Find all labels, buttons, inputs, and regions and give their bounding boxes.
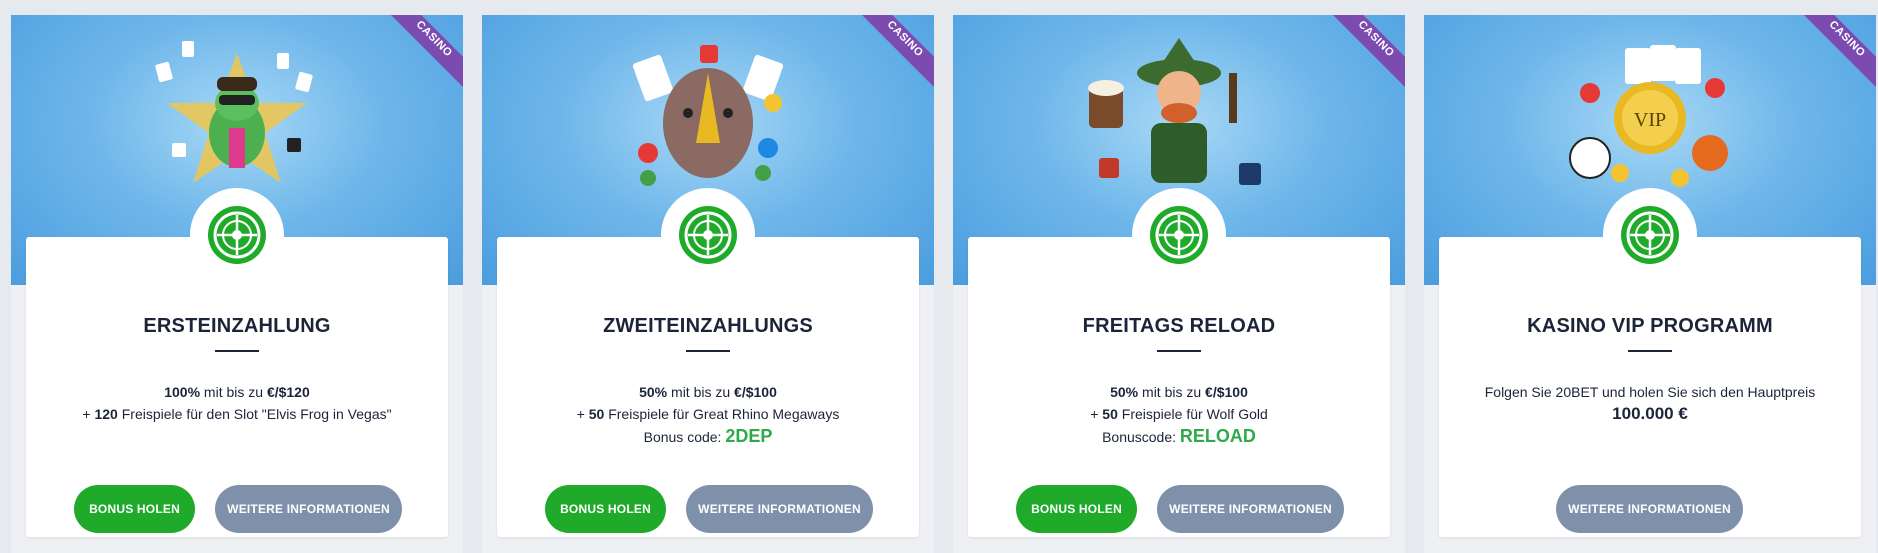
bonus-code-value: RELOAD	[1179, 426, 1256, 446]
promo-card-friday-reload: CASINO FREITAGS RELOAD 50% mit bis zu €/…	[953, 15, 1405, 553]
bonus-holen-button[interactable]: BONUS HOLEN	[545, 485, 666, 533]
spins-count: 50	[1102, 406, 1118, 422]
bonus-code-label: Bonuscode:	[1102, 429, 1180, 445]
roulette-wheel-icon	[190, 188, 284, 282]
card-description: 100% mit bis zu €/$120 + 120 Freispiele …	[26, 381, 448, 425]
more-info-button[interactable]: WEITERE INFORMATIONEN	[215, 485, 402, 533]
roulette-wheel-icon	[661, 188, 755, 282]
more-info-button[interactable]: WEITERE INFORMATIONEN	[686, 485, 873, 533]
casino-ribbon-label: CASINO	[413, 18, 455, 60]
desc-text: mit bis zu	[667, 384, 735, 400]
amount-value: €/$100	[734, 384, 777, 400]
card-description: 50% mit bis zu €/$100 + 50 Freispiele fü…	[968, 381, 1390, 448]
amount-value: €/$100	[1205, 384, 1248, 400]
bonus-code-label: Bonus code:	[643, 429, 726, 445]
frog-elvis-illustration-icon	[155, 41, 313, 183]
bonus-holen-button[interactable]: BONUS HOLEN	[74, 485, 195, 533]
desc-text: +	[82, 406, 95, 422]
title-underline	[686, 350, 730, 352]
promo-card-second-deposit: CASINO ZWEITEINZAHLUNGS 50% mit bis zu €…	[482, 15, 934, 553]
title-underline	[215, 350, 259, 352]
casino-ribbon-label: CASINO	[884, 18, 926, 60]
desc-text: +	[576, 406, 589, 422]
vip-coin-illustration-icon: VIP	[1569, 45, 1728, 187]
casino-ribbon-label: CASINO	[1355, 18, 1397, 60]
more-info-button[interactable]: WEITERE INFORMATIONEN	[1157, 485, 1344, 533]
main-prize-value: 100.000 €	[1612, 404, 1688, 423]
card-title: FREITAGS RELOAD	[1082, 315, 1276, 337]
card-title: KASINO VIP PROGRAMM	[1527, 315, 1773, 337]
percent-value: 100%	[164, 384, 201, 400]
vip-description-text: Folgen Sie 20BET und holen Sie sich den …	[1484, 384, 1816, 400]
casino-ribbon-label: CASINO	[1826, 18, 1868, 60]
spins-count: 120	[94, 406, 118, 422]
spins-count: 50	[588, 406, 605, 422]
leprechaun-illustration-icon	[1088, 38, 1261, 185]
desc-text: mit bis zu	[1138, 384, 1206, 400]
card-title: ERSTEINZAHLUNG	[143, 315, 331, 337]
desc-text: Freispiele für Wolf Gold	[1117, 406, 1268, 422]
card-description: 50% mit bis zu €/$100 + 50 Freispiele fü…	[497, 381, 919, 448]
svg-text:VIP: VIP	[1634, 109, 1666, 131]
percent-value: 50%	[1110, 384, 1139, 400]
desc-text: Freispiele für Great Rhino Megaways	[604, 406, 840, 422]
card-description: Folgen Sie 20BET und holen Sie sich den …	[1439, 381, 1861, 425]
card-title: ZWEITEINZAHLUNGS	[603, 315, 813, 337]
rhino-illustration-icon	[632, 45, 784, 186]
desc-text: mit bis zu	[200, 384, 267, 400]
title-underline	[1628, 350, 1672, 352]
roulette-wheel-icon	[1603, 188, 1697, 282]
title-underline	[1157, 350, 1201, 352]
promo-card-vip-program: VIP CASINO KASINO VIP PROGRAMM Folgen Si…	[1424, 15, 1876, 553]
desc-text: +	[1090, 406, 1103, 422]
bonus-code-value: 2DEP	[725, 426, 773, 446]
bonus-holen-button[interactable]: BONUS HOLEN	[1016, 485, 1137, 533]
desc-text: Freispiele für den Slot "Elvis Frog in V…	[117, 406, 392, 422]
roulette-wheel-icon	[1132, 188, 1226, 282]
promo-card-first-deposit: CASINO ERSTEINZAHLUNG 100% mit bis zu €/…	[11, 15, 463, 553]
percent-value: 50%	[639, 384, 668, 400]
amount-value: €/$120	[266, 384, 310, 400]
more-info-button[interactable]: WEITERE INFORMATIONEN	[1556, 485, 1743, 533]
